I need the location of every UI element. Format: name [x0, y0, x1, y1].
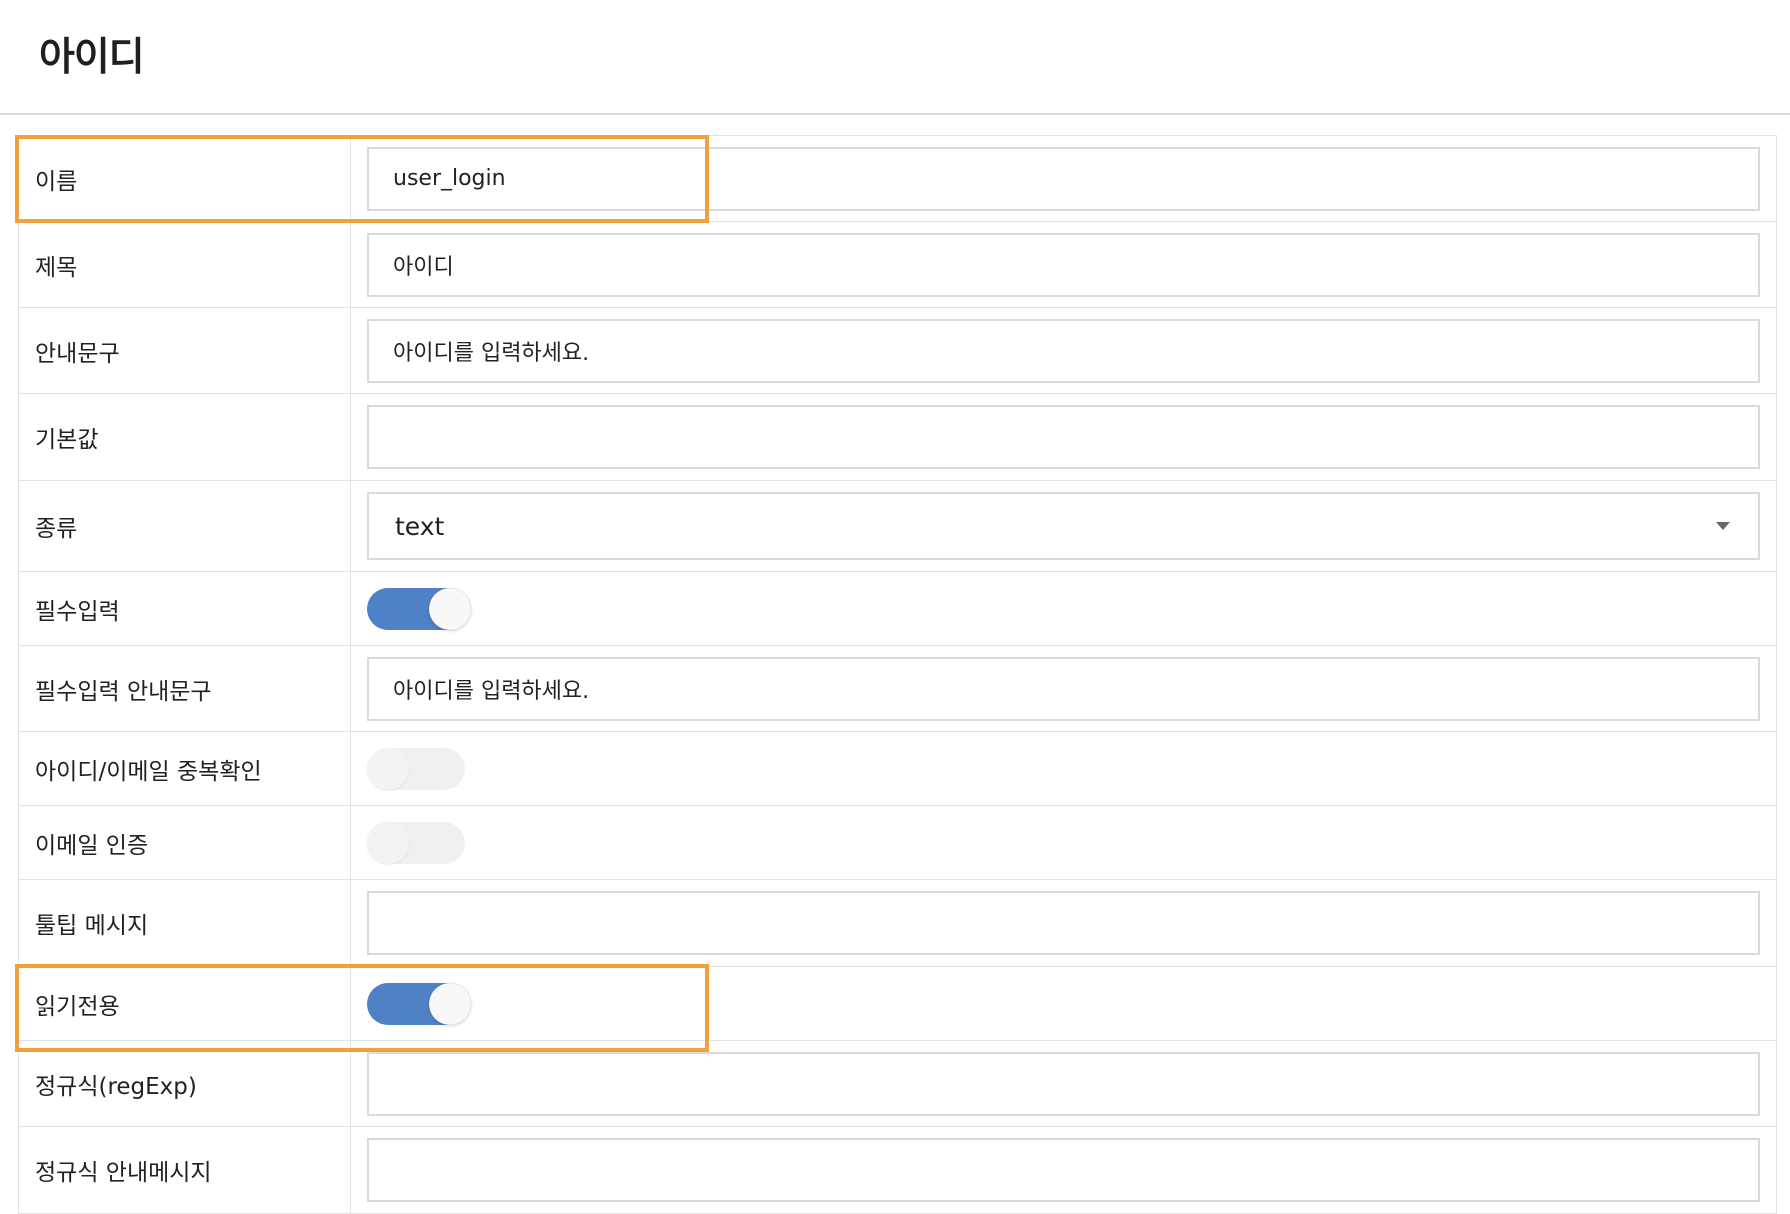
row-required: 필수입력: [19, 572, 1776, 646]
row-placeholder: 안내문구: [19, 308, 1776, 394]
email-verify-cell: [351, 806, 1776, 879]
row-name: 이름: [19, 136, 1776, 222]
row-title: 제목: [19, 222, 1776, 308]
name-cell: [351, 136, 1776, 221]
default-value-cell: [351, 394, 1776, 480]
title-input[interactable]: [367, 232, 1760, 297]
regexp-input[interactable]: [367, 1051, 1760, 1116]
regexp-cell: [351, 1041, 1776, 1126]
duplicate-check-cell: [351, 732, 1776, 805]
toggle-knob: [429, 587, 471, 630]
default-value-input[interactable]: [367, 405, 1760, 469]
toggle-knob: [367, 821, 409, 864]
type-select[interactable]: text: [367, 492, 1760, 560]
row-email-verify: 이메일 인증: [19, 806, 1776, 880]
row-tooltip: 툴팁 메시지: [19, 880, 1776, 967]
title-label: 제목: [19, 222, 351, 307]
regexp-message-input[interactable]: [367, 1138, 1760, 1202]
row-required-message: 필수입력 안내문구: [19, 646, 1776, 732]
row-type: 종류 text: [19, 481, 1776, 572]
required-message-cell: [351, 646, 1776, 731]
placeholder-input[interactable]: [367, 318, 1760, 383]
default-value-label: 기본값: [19, 394, 351, 480]
readonly-label: 읽기전용: [19, 967, 351, 1040]
row-duplicate-check: 아이디/이메일 중복확인: [19, 732, 1776, 806]
row-regexp-message: 정규식 안내메시지: [19, 1127, 1776, 1214]
type-label: 종류: [19, 481, 351, 571]
required-toggle[interactable]: [367, 587, 471, 630]
placeholder-cell: [351, 308, 1776, 393]
tooltip-input[interactable]: [367, 891, 1760, 955]
page-title: 아이디: [39, 35, 145, 80]
type-cell: text: [351, 481, 1776, 571]
regexp-message-cell: [351, 1127, 1776, 1213]
row-regexp: 정규식(regExp): [19, 1041, 1776, 1127]
type-select-value: text: [395, 511, 445, 541]
field-settings-table: 이름 제목 안내문구 기본값 종류 text 필수입력: [18, 135, 1777, 1214]
title-cell: [351, 222, 1776, 307]
toggle-knob: [429, 982, 471, 1025]
row-default-value: 기본값: [19, 394, 1776, 481]
name-input[interactable]: [367, 146, 1760, 211]
email-verify-label: 이메일 인증: [19, 806, 351, 879]
required-cell: [351, 572, 1776, 645]
regexp-message-label: 정규식 안내메시지: [19, 1127, 351, 1213]
required-message-label: 필수입력 안내문구: [19, 646, 351, 731]
tooltip-cell: [351, 880, 1776, 966]
duplicate-check-label: 아이디/이메일 중복확인: [19, 732, 351, 805]
caret-down-icon: [1716, 522, 1730, 530]
email-verify-toggle[interactable]: [367, 821, 465, 864]
row-readonly: 읽기전용: [19, 967, 1776, 1041]
readonly-cell: [351, 967, 1776, 1040]
regexp-label: 정규식(regExp): [19, 1041, 351, 1126]
required-label: 필수입력: [19, 572, 351, 645]
toggle-knob: [367, 747, 409, 790]
required-message-input[interactable]: [367, 656, 1760, 721]
name-label: 이름: [19, 136, 351, 221]
placeholder-label: 안내문구: [19, 308, 351, 393]
readonly-toggle[interactable]: [367, 982, 471, 1025]
tooltip-label: 툴팁 메시지: [19, 880, 351, 966]
duplicate-check-toggle[interactable]: [367, 747, 465, 790]
page-header: 아이디: [0, 0, 1790, 115]
